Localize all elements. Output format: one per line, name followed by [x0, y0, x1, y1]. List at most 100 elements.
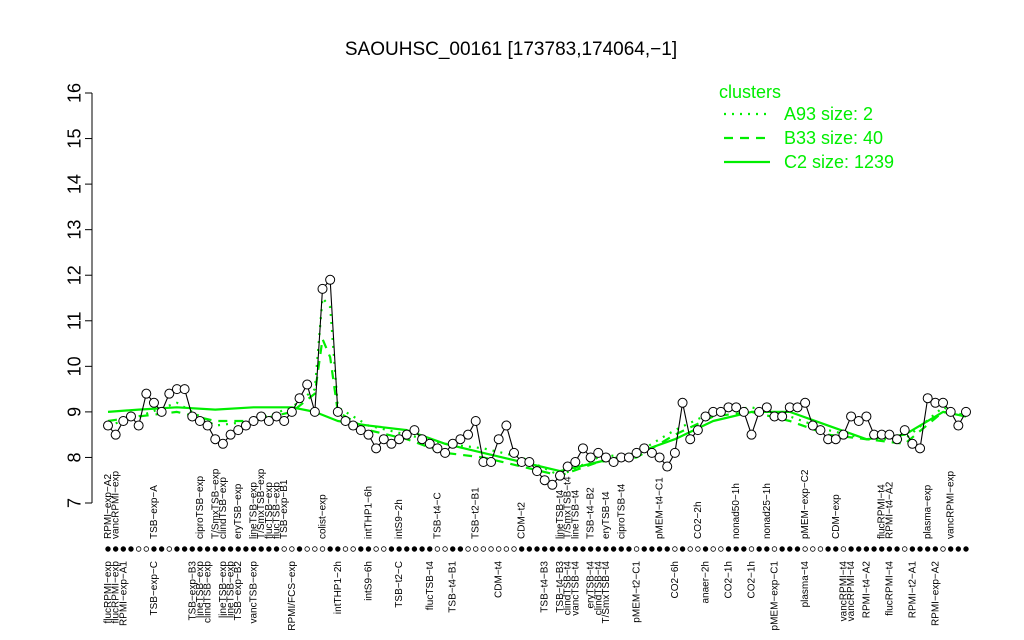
data-point [524, 457, 535, 467]
bottom-sample-label: vancTSB−exp [249, 561, 260, 624]
marker-filled [886, 546, 893, 552]
legend-title: clusters [719, 82, 781, 102]
data-point [217, 438, 228, 449]
marker-filled [626, 546, 632, 552]
marker-open [135, 546, 142, 552]
top-sample-label: TSB−exp−A [149, 485, 160, 539]
marker-filled [656, 546, 663, 552]
marker-filled [917, 546, 923, 552]
marker-open [342, 546, 349, 552]
marker-filled [541, 546, 548, 552]
marker-filled [419, 546, 425, 552]
marker-filled [235, 546, 241, 552]
marker-filled [273, 546, 280, 552]
marker-filled [105, 546, 111, 552]
top-sample-label: TSB−exp−B1 [279, 479, 290, 539]
data-point [669, 447, 680, 458]
marker-filled [365, 546, 372, 552]
bottom-sample-label: flucTSB−t4 [425, 561, 436, 611]
y-tick-label: 7 [64, 498, 84, 508]
data-point [899, 425, 910, 436]
marker-open [473, 546, 479, 552]
bottom-sample-label: pMEM−exp−C1 [769, 561, 780, 631]
data-point [800, 397, 811, 408]
top-sample-label: vancRPMI−exp [111, 470, 122, 539]
marker-filled [702, 546, 709, 552]
legend-entries: A93 size: 2 B33 size: 40 C2 size: 1239 [724, 104, 894, 172]
top-sample-label: clindTSB−exp [218, 477, 229, 539]
marker-open [672, 546, 678, 552]
top-sample-label: TSB−t4−C [432, 492, 443, 539]
top-sample-label: nonad50−1h [731, 483, 742, 539]
bottom-sample-label: RPMI−exp−A2 [930, 561, 941, 626]
data-point [133, 420, 144, 431]
cluster-line-dotted [107, 296, 967, 477]
data-point [148, 397, 159, 408]
marker-filled [151, 546, 157, 552]
data-point [532, 466, 542, 477]
bottom-sample-label: RPMI−t2−A1 [907, 561, 918, 619]
marker-filled [580, 546, 586, 552]
marker-open [695, 546, 701, 552]
marker-filled [679, 546, 686, 552]
top-sample-label: CO2−2h [693, 501, 704, 539]
top-sample-label: RPMI−t4−A2 [884, 481, 895, 539]
marker-filled [733, 546, 739, 552]
y-tick-label: 12 [64, 265, 84, 285]
marker-open [465, 546, 471, 552]
marker-filled [894, 546, 900, 552]
bottom-sample-label: pMEM−t2−C1 [632, 561, 643, 623]
marker-filled [833, 546, 839, 552]
marker-filled [204, 546, 211, 552]
marker-filled [947, 546, 954, 552]
data-point [738, 406, 749, 417]
marker-open [810, 546, 816, 552]
bottom-sample-label: flucRPMI−t4 [884, 561, 895, 616]
top-sample-label: ciproTSB−t4 [616, 483, 627, 539]
marker-filled [197, 546, 203, 552]
data-point [938, 397, 949, 408]
data-point [577, 443, 588, 454]
bottom-sample-label: CO2−6h [670, 561, 681, 599]
data-point [332, 406, 343, 417]
marker-filled [112, 546, 119, 552]
data-point [125, 411, 136, 422]
marker-filled [335, 546, 341, 552]
legend-label: A93 size: 2 [784, 104, 873, 124]
marker-filled [794, 546, 801, 552]
bottom-sample-label: TSB−t2−C [394, 561, 405, 608]
marker-filled [128, 546, 134, 552]
marker-open [710, 546, 716, 552]
data-point [325, 274, 336, 285]
y-tick-label: 9 [64, 407, 84, 417]
data-point [945, 406, 956, 417]
marker-filled [450, 546, 456, 552]
marker-filled [618, 546, 624, 552]
marker-open [718, 546, 724, 552]
marker-filled [411, 546, 418, 552]
bottom-sample-label: anaer−2h [701, 561, 712, 604]
cluster-lines [107, 296, 967, 477]
data-point [547, 479, 558, 490]
data-point [662, 461, 673, 472]
data-point [861, 411, 872, 422]
marker-filled [220, 546, 226, 552]
marker-open [495, 546, 502, 552]
y-tick-label: 16 [64, 83, 84, 103]
data-point [470, 416, 481, 426]
bottom-sample-label: TSB−t4−B1 [448, 561, 459, 613]
legend-label: C2 size: 1239 [784, 152, 894, 172]
marker-filled [825, 546, 831, 552]
top-sample-label: lineTSB−t4 [570, 489, 581, 539]
data-point [486, 457, 497, 467]
y-tick-label: 15 [64, 129, 84, 149]
marker-filled [863, 546, 870, 552]
legend-label: B33 size: 40 [784, 128, 883, 148]
top-sample-label: eryTSB−t4 [601, 491, 612, 539]
data-point [103, 420, 113, 431]
bottom-points [105, 546, 969, 552]
series-line [107, 278, 967, 486]
bottom-sample-label: CO2−1h [724, 561, 735, 599]
bottom-sample-label: RPMI−exp−A1 [118, 561, 129, 626]
bottom-sample-label: TSB−exp−B2 [233, 561, 244, 621]
